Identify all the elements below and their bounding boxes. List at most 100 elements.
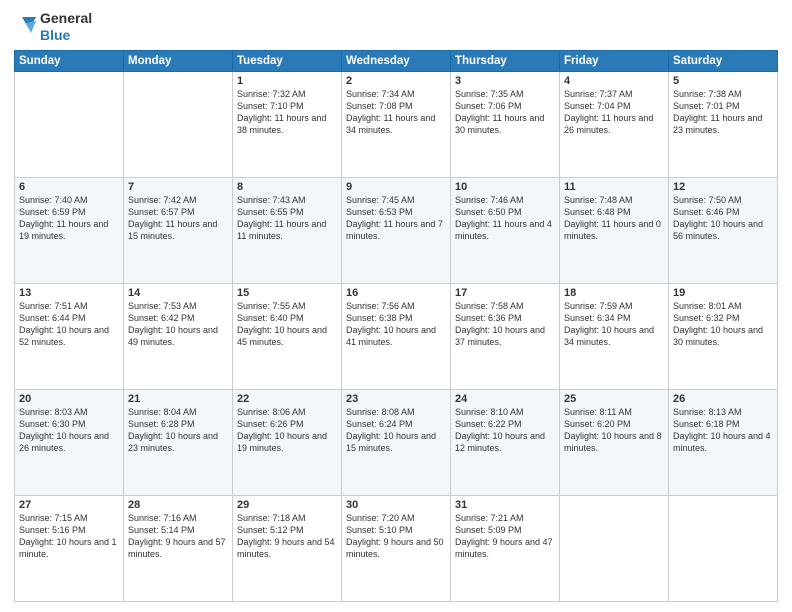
logo-bird-icon bbox=[14, 13, 36, 41]
calendar-day-cell bbox=[15, 71, 124, 177]
calendar-day-cell: 10Sunrise: 7:46 AMSunset: 6:50 PMDayligh… bbox=[451, 177, 560, 283]
calendar-day-cell: 19Sunrise: 8:01 AMSunset: 6:32 PMDayligh… bbox=[669, 283, 778, 389]
calendar-header-row: Sunday Monday Tuesday Wednesday Thursday… bbox=[15, 50, 778, 71]
day-detail: Sunrise: 7:40 AMSunset: 6:59 PMDaylight:… bbox=[19, 194, 119, 243]
day-detail: Sunrise: 8:06 AMSunset: 6:26 PMDaylight:… bbox=[237, 406, 337, 455]
calendar-day-cell: 22Sunrise: 8:06 AMSunset: 6:26 PMDayligh… bbox=[233, 389, 342, 495]
day-number: 15 bbox=[237, 287, 337, 299]
calendar-day-cell: 9Sunrise: 7:45 AMSunset: 6:53 PMDaylight… bbox=[342, 177, 451, 283]
header: General Blue bbox=[14, 10, 778, 44]
day-number: 25 bbox=[564, 393, 664, 405]
calendar-day-cell: 16Sunrise: 7:56 AMSunset: 6:38 PMDayligh… bbox=[342, 283, 451, 389]
day-detail: Sunrise: 7:20 AMSunset: 5:10 PMDaylight:… bbox=[346, 512, 446, 561]
col-monday: Monday bbox=[124, 50, 233, 71]
calendar-week-row: 20Sunrise: 8:03 AMSunset: 6:30 PMDayligh… bbox=[15, 389, 778, 495]
day-number: 3 bbox=[455, 75, 555, 87]
day-number: 23 bbox=[346, 393, 446, 405]
day-detail: Sunrise: 7:15 AMSunset: 5:16 PMDaylight:… bbox=[19, 512, 119, 561]
col-thursday: Thursday bbox=[451, 50, 560, 71]
day-number: 29 bbox=[237, 499, 337, 511]
day-detail: Sunrise: 7:16 AMSunset: 5:14 PMDaylight:… bbox=[128, 512, 228, 561]
calendar-day-cell: 31Sunrise: 7:21 AMSunset: 5:09 PMDayligh… bbox=[451, 495, 560, 601]
day-detail: Sunrise: 7:46 AMSunset: 6:50 PMDaylight:… bbox=[455, 194, 555, 243]
day-detail: Sunrise: 7:37 AMSunset: 7:04 PMDaylight:… bbox=[564, 88, 664, 137]
day-detail: Sunrise: 7:35 AMSunset: 7:06 PMDaylight:… bbox=[455, 88, 555, 137]
calendar-day-cell: 8Sunrise: 7:43 AMSunset: 6:55 PMDaylight… bbox=[233, 177, 342, 283]
day-detail: Sunrise: 7:43 AMSunset: 6:55 PMDaylight:… bbox=[237, 194, 337, 243]
col-sunday: Sunday bbox=[15, 50, 124, 71]
day-detail: Sunrise: 7:34 AMSunset: 7:08 PMDaylight:… bbox=[346, 88, 446, 137]
calendar-table: Sunday Monday Tuesday Wednesday Thursday… bbox=[14, 50, 778, 602]
calendar-day-cell: 11Sunrise: 7:48 AMSunset: 6:48 PMDayligh… bbox=[560, 177, 669, 283]
calendar-day-cell: 17Sunrise: 7:58 AMSunset: 6:36 PMDayligh… bbox=[451, 283, 560, 389]
day-detail: Sunrise: 8:04 AMSunset: 6:28 PMDaylight:… bbox=[128, 406, 228, 455]
logo: General Blue bbox=[14, 10, 92, 44]
day-number: 12 bbox=[673, 181, 773, 193]
calendar-day-cell: 3Sunrise: 7:35 AMSunset: 7:06 PMDaylight… bbox=[451, 71, 560, 177]
day-detail: Sunrise: 7:59 AMSunset: 6:34 PMDaylight:… bbox=[564, 300, 664, 349]
calendar-day-cell: 1Sunrise: 7:32 AMSunset: 7:10 PMDaylight… bbox=[233, 71, 342, 177]
day-number: 6 bbox=[19, 181, 119, 193]
logo-line2: Blue bbox=[40, 27, 92, 44]
calendar-day-cell: 29Sunrise: 7:18 AMSunset: 5:12 PMDayligh… bbox=[233, 495, 342, 601]
calendar-day-cell: 13Sunrise: 7:51 AMSunset: 6:44 PMDayligh… bbox=[15, 283, 124, 389]
logo-line1: General bbox=[40, 10, 92, 27]
calendar-day-cell: 27Sunrise: 7:15 AMSunset: 5:16 PMDayligh… bbox=[15, 495, 124, 601]
day-number: 21 bbox=[128, 393, 228, 405]
page: General Blue Sunday Monday Tuesday Wedne… bbox=[0, 0, 792, 612]
day-detail: Sunrise: 7:38 AMSunset: 7:01 PMDaylight:… bbox=[673, 88, 773, 137]
calendar-day-cell: 2Sunrise: 7:34 AMSunset: 7:08 PMDaylight… bbox=[342, 71, 451, 177]
calendar-day-cell: 23Sunrise: 8:08 AMSunset: 6:24 PMDayligh… bbox=[342, 389, 451, 495]
day-number: 26 bbox=[673, 393, 773, 405]
day-detail: Sunrise: 7:58 AMSunset: 6:36 PMDaylight:… bbox=[455, 300, 555, 349]
day-detail: Sunrise: 7:48 AMSunset: 6:48 PMDaylight:… bbox=[564, 194, 664, 243]
calendar-week-row: 27Sunrise: 7:15 AMSunset: 5:16 PMDayligh… bbox=[15, 495, 778, 601]
calendar-day-cell: 26Sunrise: 8:13 AMSunset: 6:18 PMDayligh… bbox=[669, 389, 778, 495]
day-number: 20 bbox=[19, 393, 119, 405]
calendar-day-cell: 15Sunrise: 7:55 AMSunset: 6:40 PMDayligh… bbox=[233, 283, 342, 389]
calendar-week-row: 6Sunrise: 7:40 AMSunset: 6:59 PMDaylight… bbox=[15, 177, 778, 283]
calendar-day-cell bbox=[124, 71, 233, 177]
day-detail: Sunrise: 7:42 AMSunset: 6:57 PMDaylight:… bbox=[128, 194, 228, 243]
day-number: 24 bbox=[455, 393, 555, 405]
day-number: 4 bbox=[564, 75, 664, 87]
col-tuesday: Tuesday bbox=[233, 50, 342, 71]
day-number: 17 bbox=[455, 287, 555, 299]
calendar-day-cell: 25Sunrise: 8:11 AMSunset: 6:20 PMDayligh… bbox=[560, 389, 669, 495]
calendar-day-cell: 14Sunrise: 7:53 AMSunset: 6:42 PMDayligh… bbox=[124, 283, 233, 389]
day-number: 5 bbox=[673, 75, 773, 87]
day-detail: Sunrise: 8:03 AMSunset: 6:30 PMDaylight:… bbox=[19, 406, 119, 455]
calendar-day-cell: 24Sunrise: 8:10 AMSunset: 6:22 PMDayligh… bbox=[451, 389, 560, 495]
day-number: 2 bbox=[346, 75, 446, 87]
day-detail: Sunrise: 8:13 AMSunset: 6:18 PMDaylight:… bbox=[673, 406, 773, 455]
calendar-day-cell: 5Sunrise: 7:38 AMSunset: 7:01 PMDaylight… bbox=[669, 71, 778, 177]
day-detail: Sunrise: 8:10 AMSunset: 6:22 PMDaylight:… bbox=[455, 406, 555, 455]
calendar-day-cell: 20Sunrise: 8:03 AMSunset: 6:30 PMDayligh… bbox=[15, 389, 124, 495]
day-number: 1 bbox=[237, 75, 337, 87]
day-number: 14 bbox=[128, 287, 228, 299]
day-number: 10 bbox=[455, 181, 555, 193]
calendar-day-cell: 4Sunrise: 7:37 AMSunset: 7:04 PMDaylight… bbox=[560, 71, 669, 177]
day-number: 22 bbox=[237, 393, 337, 405]
col-friday: Friday bbox=[560, 50, 669, 71]
day-number: 27 bbox=[19, 499, 119, 511]
day-number: 30 bbox=[346, 499, 446, 511]
day-number: 11 bbox=[564, 181, 664, 193]
day-number: 31 bbox=[455, 499, 555, 511]
calendar-day-cell: 12Sunrise: 7:50 AMSunset: 6:46 PMDayligh… bbox=[669, 177, 778, 283]
day-number: 18 bbox=[564, 287, 664, 299]
calendar-day-cell bbox=[560, 495, 669, 601]
calendar-day-cell: 7Sunrise: 7:42 AMSunset: 6:57 PMDaylight… bbox=[124, 177, 233, 283]
day-number: 28 bbox=[128, 499, 228, 511]
day-detail: Sunrise: 7:53 AMSunset: 6:42 PMDaylight:… bbox=[128, 300, 228, 349]
day-detail: Sunrise: 8:01 AMSunset: 6:32 PMDaylight:… bbox=[673, 300, 773, 349]
calendar-day-cell: 30Sunrise: 7:20 AMSunset: 5:10 PMDayligh… bbox=[342, 495, 451, 601]
day-detail: Sunrise: 8:11 AMSunset: 6:20 PMDaylight:… bbox=[564, 406, 664, 455]
day-number: 9 bbox=[346, 181, 446, 193]
day-detail: Sunrise: 7:45 AMSunset: 6:53 PMDaylight:… bbox=[346, 194, 446, 243]
calendar-week-row: 13Sunrise: 7:51 AMSunset: 6:44 PMDayligh… bbox=[15, 283, 778, 389]
day-detail: Sunrise: 7:50 AMSunset: 6:46 PMDaylight:… bbox=[673, 194, 773, 243]
day-detail: Sunrise: 7:56 AMSunset: 6:38 PMDaylight:… bbox=[346, 300, 446, 349]
day-detail: Sunrise: 8:08 AMSunset: 6:24 PMDaylight:… bbox=[346, 406, 446, 455]
col-wednesday: Wednesday bbox=[342, 50, 451, 71]
